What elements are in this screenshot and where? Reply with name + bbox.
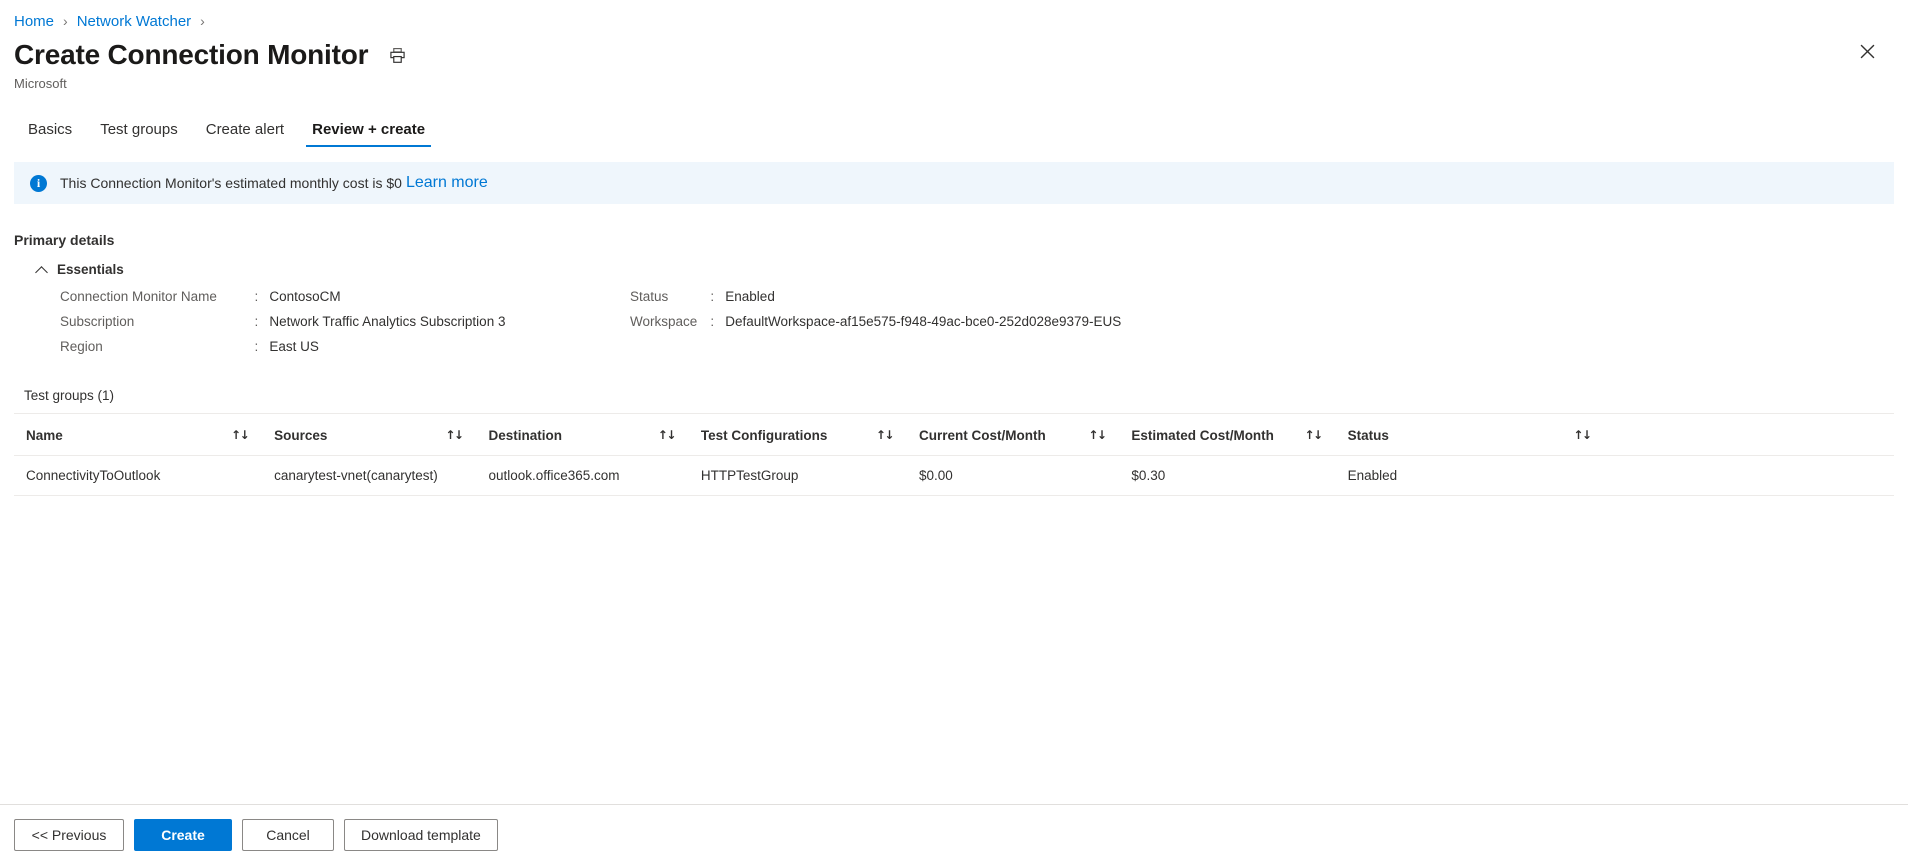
- column-header-estimated-cost[interactable]: Estimated Cost/Month ↑↓: [1119, 413, 1336, 456]
- create-connection-monitor-blade: Home › Network Watcher › Create Connecti…: [0, 0, 1908, 865]
- column-header-test-configurations-label: Test Configurations: [700, 428, 828, 443]
- download-template-button[interactable]: Download template: [344, 819, 498, 851]
- essentials-key-subscription: Subscription: [60, 314, 135, 329]
- essentials-toggle[interactable]: Essentials: [36, 262, 124, 277]
- column-header-name-label: Name: [26, 428, 63, 443]
- essentials-grid: Connection Monitor Name : ContosoCM Subs…: [14, 289, 1894, 354]
- essentials-colon: :: [254, 314, 259, 329]
- essentials-colon: :: [254, 339, 259, 354]
- column-header-sources-label: Sources: [274, 428, 328, 443]
- cell-current-cost: $0.00: [906, 455, 1120, 496]
- essentials-key-connection-monitor-name: Connection Monitor Name: [60, 289, 217, 304]
- printer-icon-svg: [390, 47, 405, 63]
- cell-status: Enabled: [1335, 455, 1605, 496]
- essentials-value-connection-monitor-name: ContosoCM: [269, 289, 341, 304]
- sort-icon[interactable]: ↑↓: [231, 428, 250, 442]
- cell-spacer: [1604, 455, 1894, 496]
- sort-icon[interactable]: ↑↓: [445, 428, 464, 442]
- sort-icon[interactable]: ↑↓: [658, 428, 677, 442]
- cost-info-banner: i This Connection Monitor's estimated mo…: [14, 162, 1894, 204]
- column-header-destination-label: Destination: [488, 428, 562, 443]
- column-header-current-cost[interactable]: Current Cost/Month ↑↓: [906, 413, 1120, 456]
- sort-icon[interactable]: ↑↓: [876, 428, 895, 442]
- table-row[interactable]: ConnectivityToOutlook canarytest-vnet(ca…: [14, 455, 1894, 496]
- essentials-colon: :: [710, 314, 715, 329]
- cell-estimated-cost: $0.30: [1119, 455, 1336, 496]
- table-body: ConnectivityToOutlook canarytest-vnet(ca…: [14, 455, 1894, 496]
- cell-test-configurations: HTTPTestGroup: [688, 455, 907, 496]
- cell-name: ConnectivityToOutlook: [14, 455, 263, 496]
- blade-footer: << Previous Create Cancel Download templ…: [0, 804, 1908, 865]
- blade-content: Primary details Essentials Connection Mo…: [0, 204, 1908, 804]
- page-title: Create Connection Monitor: [14, 39, 369, 70]
- column-header-sources[interactable]: Sources ↑↓: [262, 413, 477, 456]
- info-icon: i: [30, 174, 47, 192]
- previous-button[interactable]: << Previous: [14, 819, 124, 851]
- column-header-destination[interactable]: Destination ↑↓: [476, 413, 689, 456]
- column-header-spacer: [1604, 413, 1894, 456]
- table-header-row: Name ↑↓ Sources ↑↓ Destination ↑↓ Test C…: [14, 413, 1894, 456]
- breadcrumb: Home › Network Watcher ›: [14, 10, 1908, 32]
- test-groups-heading: Test groups (1): [24, 388, 115, 403]
- essentials-column-right: Status : Enabled Workspace : DefaultWork…: [630, 289, 1121, 354]
- printer-icon[interactable]: [384, 42, 410, 68]
- test-groups-table: Name ↑↓ Sources ↑↓ Destination ↑↓ Test C…: [14, 413, 1894, 496]
- chevron-up-icon: [36, 264, 48, 276]
- breadcrumb-item-network-watcher[interactable]: Network Watcher: [77, 13, 191, 30]
- breadcrumb-separator-trailing: ›: [200, 13, 205, 29]
- tab-basics[interactable]: Basics: [14, 115, 86, 147]
- essentials-key-status: Status: [630, 289, 669, 304]
- blade-header: Home › Network Watcher › Create Connecti…: [0, 0, 1908, 93]
- cell-destination: outlook.office365.com: [476, 455, 689, 496]
- sort-icon[interactable]: ↑↓: [1573, 428, 1592, 442]
- tab-test-groups[interactable]: Test groups: [86, 115, 192, 147]
- column-header-test-configurations[interactable]: Test Configurations ↑↓: [688, 413, 907, 456]
- column-header-name[interactable]: Name ↑↓: [14, 413, 263, 456]
- essentials-key-region: Region: [60, 339, 103, 354]
- essentials-value-region: East US: [269, 339, 319, 354]
- essentials-colon: :: [254, 289, 259, 304]
- column-header-current-cost-label: Current Cost/Month: [918, 428, 1046, 443]
- title-row: Create Connection Monitor: [14, 38, 1908, 72]
- essentials-value-subscription: Network Traffic Analytics Subscription 3: [269, 314, 506, 329]
- column-header-status[interactable]: Status ↑↓: [1335, 413, 1605, 456]
- tab-create-alert[interactable]: Create alert: [192, 115, 298, 147]
- essentials-colon: :: [710, 289, 715, 304]
- breadcrumb-separator: ›: [63, 13, 68, 29]
- cancel-button[interactable]: Cancel: [242, 819, 334, 851]
- tab-strip: Basics Test groups Create alert Review +…: [0, 115, 1908, 147]
- cost-info-text: This Connection Monitor's estimated mont…: [60, 175, 402, 191]
- primary-details-heading: Primary details: [14, 232, 115, 248]
- test-groups-table-wrap: Name ↑↓ Sources ↑↓ Destination ↑↓ Test C…: [14, 413, 1894, 496]
- essentials-key-workspace: Workspace: [630, 314, 698, 329]
- tab-review-create[interactable]: Review + create: [298, 115, 439, 147]
- essentials-label: Essentials: [57, 262, 124, 277]
- essentials-column-left: Connection Monitor Name : ContosoCM Subs…: [60, 289, 530, 354]
- essentials-value-workspace: DefaultWorkspace-af15e575-f948-49ac-bce0…: [725, 314, 1122, 329]
- close-button[interactable]: [1852, 36, 1882, 66]
- create-button[interactable]: Create: [134, 819, 232, 851]
- column-header-status-label: Status: [1347, 428, 1389, 443]
- sort-icon[interactable]: ↑↓: [1088, 428, 1107, 442]
- column-header-estimated-cost-label: Estimated Cost/Month: [1131, 428, 1274, 443]
- breadcrumb-item-home[interactable]: Home: [14, 13, 54, 30]
- cell-sources: canarytest-vnet(canarytest): [262, 455, 477, 496]
- essentials-value-status: Enabled: [725, 289, 775, 304]
- page-subtitle: Microsoft: [14, 76, 67, 91]
- close-icon: [1860, 44, 1874, 58]
- learn-more-link[interactable]: Learn more: [406, 174, 488, 192]
- sort-icon[interactable]: ↑↓: [1305, 428, 1324, 442]
